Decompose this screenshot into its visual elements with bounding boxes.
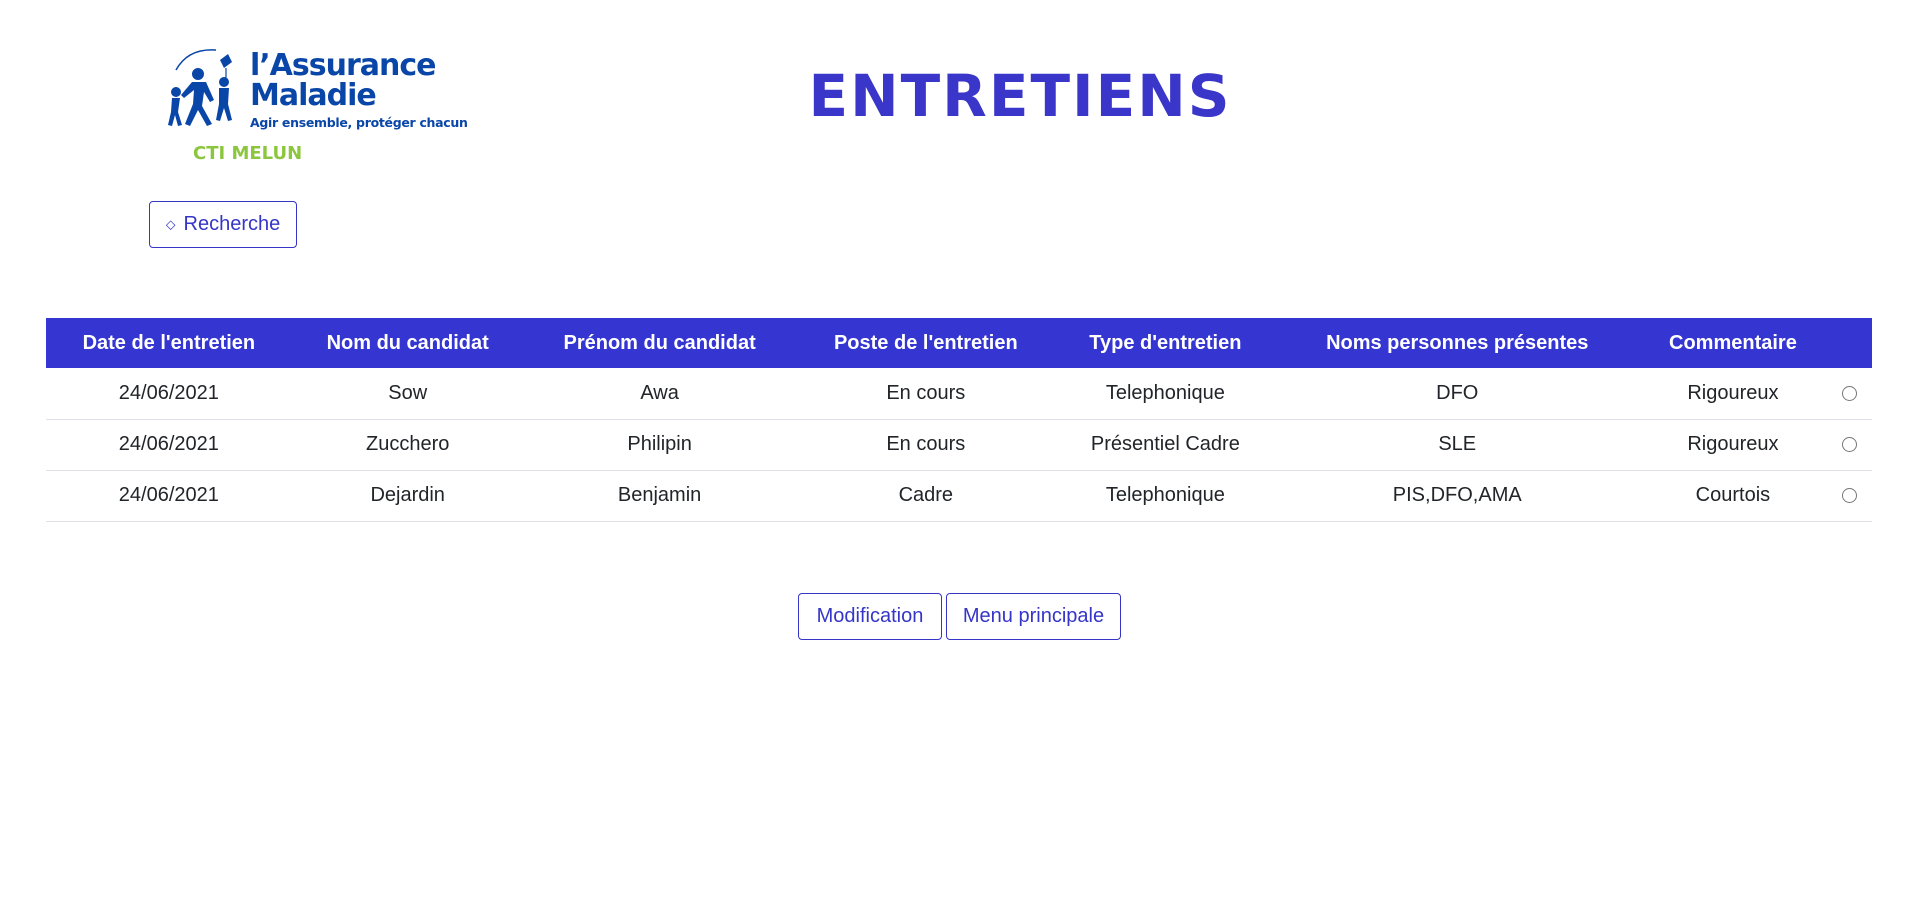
cell-select bbox=[1826, 470, 1872, 521]
cell-first-name: Benjamin bbox=[617, 484, 702, 506]
column-header-comment: Commentaire bbox=[1669, 331, 1797, 354]
table-row[interactable]: 24/06/2021 Dejardin Benjamin Cadre Telep… bbox=[46, 470, 1872, 521]
interviews-table: Date de l'entretien Nom du candidat Prén… bbox=[46, 318, 1872, 522]
cell-first-name: Philipin bbox=[627, 433, 692, 455]
cell-type: Telephonique bbox=[1105, 381, 1225, 404]
cell-last-name: Dejardin bbox=[370, 484, 445, 506]
cell-first-name: Awa bbox=[640, 381, 679, 404]
main-menu-button[interactable]: Menu principale bbox=[946, 593, 1121, 640]
table-row[interactable]: 24/06/2021 Zucchero Philipin En cours Pr… bbox=[46, 419, 1872, 470]
column-header-last-name: Nom du candidat bbox=[326, 331, 489, 354]
row-select-radio[interactable] bbox=[1841, 437, 1857, 453]
cell-position: Cadre bbox=[898, 484, 954, 506]
modification-button[interactable]: Modification bbox=[798, 593, 942, 640]
cell-date: 24/06/2021 bbox=[118, 484, 219, 506]
table-header-row: Date de l'entretien Nom du candidat Prén… bbox=[46, 318, 1872, 368]
site-name: CTI MELUN bbox=[193, 143, 303, 164]
cell-type: Présentiel Cadre bbox=[1090, 433, 1240, 455]
cell-attendees: DFO bbox=[1436, 381, 1479, 404]
row-select-radio[interactable] bbox=[1841, 488, 1857, 504]
column-header-first-name: Prénom du candidat bbox=[563, 331, 756, 354]
cell-type: Telephonique bbox=[1105, 484, 1225, 506]
column-header-date: Date de l'entretien bbox=[82, 331, 256, 354]
table-row[interactable]: 24/06/2021 Sow Awa En cours Telephonique… bbox=[46, 368, 1872, 419]
search-button-label: Recherche bbox=[183, 213, 281, 235]
cell-select bbox=[1826, 368, 1872, 419]
column-header-type: Type d'entretien bbox=[1089, 331, 1242, 354]
cell-last-name: Zucchero bbox=[366, 433, 450, 455]
page-title: ENTRETIENS bbox=[808, 62, 1232, 130]
cell-attendees: PIS,DFO,AMA bbox=[1392, 484, 1522, 506]
column-header-select bbox=[1826, 318, 1872, 368]
row-select-radio[interactable] bbox=[1841, 385, 1857, 401]
column-header-attendees: Noms personnes présentes bbox=[1326, 331, 1589, 354]
cell-attendees: SLE bbox=[1438, 433, 1477, 455]
column-header-position: Poste de l'entretien bbox=[833, 331, 1018, 354]
up-down-chevron-icon: ⬦ bbox=[165, 216, 176, 232]
cell-date: 24/06/2021 bbox=[118, 381, 219, 404]
cell-comment: Rigoureux bbox=[1687, 433, 1779, 455]
cell-position: En cours bbox=[886, 433, 966, 455]
cell-comment: Courtois bbox=[1695, 484, 1771, 506]
cell-position: En cours bbox=[886, 381, 966, 404]
cell-date: 24/06/2021 bbox=[118, 433, 219, 455]
cell-last-name: Sow bbox=[388, 381, 428, 404]
search-button[interactable]: ⬦ Recherche bbox=[149, 201, 297, 248]
cell-comment: Rigoureux bbox=[1687, 381, 1779, 404]
cell-select bbox=[1826, 419, 1872, 470]
